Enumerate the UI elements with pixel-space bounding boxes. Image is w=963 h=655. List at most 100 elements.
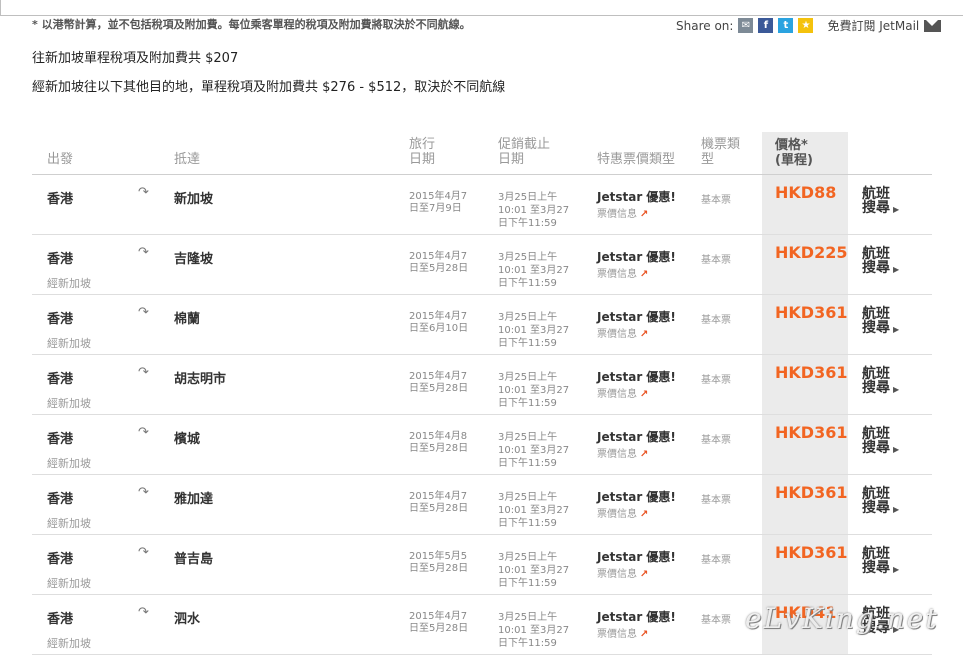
share-bar: Share on: ✉ f t ★ 免費訂閱 JetMail [676, 17, 942, 34]
fare-info-label[interactable]: 票價信息 [597, 269, 637, 280]
flight-search-button[interactable]: 航班 搜尋 ▶ [862, 307, 899, 337]
play-arrow-icon[interactable]: ▶ [893, 265, 899, 274]
route-arrow-icon: ↷ [138, 425, 149, 440]
play-arrow-icon[interactable]: ▶ [893, 385, 899, 394]
header-deal-type: 特惠票價類型 [597, 152, 676, 167]
ticket-type: 基本票 [701, 555, 731, 566]
fare-info-label[interactable]: 票價信息 [597, 389, 637, 400]
table-row: 香港 經新加坡 ↷ 吉隆坡 2015年4月7 日至5月28日 3月25日上午 10:01 至3… [0, 235, 963, 295]
play-arrow-icon[interactable]: ▶ [893, 505, 899, 514]
search-label-line1[interactable]: 航班 [862, 547, 899, 561]
play-arrow-icon[interactable]: ▶ [893, 325, 899, 334]
promo-end-dates: 3月25日上午 10:01 至3月27 日下午11:59 [498, 491, 569, 530]
deal-name: Jetstar 優惠! [597, 250, 676, 264]
external-link-icon[interactable]: ↗ [640, 629, 648, 640]
external-link-icon[interactable]: ↗ [640, 509, 648, 520]
fare-info-label[interactable]: 票價信息 [597, 569, 637, 580]
search-label-line2[interactable]: 搜尋 [862, 560, 890, 576]
fare-price: HKD361 [775, 483, 848, 502]
flight-search-button[interactable]: 航班 搜尋 ▶ [862, 367, 899, 397]
travel-dates: 2015年4月7 日至7月9日 [409, 191, 467, 215]
fare-info-link[interactable]: 票價信息 ↗ [597, 205, 648, 220]
fare-info-label[interactable]: 票價信息 [597, 509, 637, 520]
external-link-icon[interactable]: ↗ [640, 329, 648, 340]
header-price-line1: 價格* [775, 138, 808, 153]
destination-city: 普吉島 [174, 552, 214, 567]
table-row: 香港 經新加坡 ↷ 普吉島 2015年5月5 日至5月28日 3月25日上午 10:01 至3… [0, 535, 963, 595]
external-link-icon[interactable]: ↗ [640, 389, 648, 400]
share-label: Share on: [676, 18, 734, 33]
facebook-icon[interactable]: f [758, 18, 774, 33]
jetmail-subscribe-link[interactable]: 免費訂閱 JetMail [827, 17, 919, 34]
external-link-icon[interactable]: ↗ [640, 269, 648, 280]
promo-line2: 10:01 至3月27 [498, 385, 570, 396]
origin-city: 香港 [47, 192, 74, 207]
search-label-line2[interactable]: 搜尋 [862, 380, 890, 396]
via-label: 經新加坡 [47, 337, 91, 350]
header-promo-line2: 日期 [498, 152, 525, 167]
external-link-icon[interactable]: ↗ [640, 569, 648, 580]
fare-price: HKD361 [775, 543, 848, 562]
external-link-icon[interactable]: ↗ [640, 209, 648, 220]
promo-line3: 日下午11:59 [498, 338, 557, 349]
promo-line3: 日下午11:59 [498, 398, 557, 409]
fare-info-link[interactable]: 票價信息 ↗ [597, 325, 648, 340]
header-type-line1: 機票類 [701, 137, 741, 152]
promo-line1: 3月25日上午 [498, 432, 558, 443]
travel-date-line1: 2015年4月7 [409, 311, 468, 322]
envelope-icon[interactable] [924, 19, 942, 32]
header-price-line2: (單程) [775, 153, 813, 168]
promo-end-dates: 3月25日上午 10:01 至3月27 日下午11:59 [498, 311, 569, 350]
travel-dates: 2015年4月7 日至6月10日 [409, 311, 468, 335]
search-label-line1[interactable]: 航班 [862, 307, 899, 321]
travel-date-line1: 2015年4月7 [409, 491, 468, 502]
travel-date-line2: 日至5月28日 [409, 383, 469, 394]
flight-search-button[interactable]: 航班 搜尋 ▶ [862, 487, 899, 517]
travel-date-line2: 日至6月10日 [409, 323, 469, 334]
flight-search-button[interactable]: 航班 搜尋 ▶ [862, 547, 899, 577]
mail-icon[interactable]: ✉ [738, 18, 754, 33]
search-label-line2[interactable]: 搜尋 [862, 320, 890, 336]
search-label-line2[interactable]: 搜尋 [862, 260, 890, 276]
search-label-line1[interactable]: 航班 [862, 187, 899, 201]
travel-date-line1: 2015年5月5 [409, 551, 468, 562]
fare-info-label[interactable]: 票價信息 [597, 329, 637, 340]
fare-info-link[interactable]: 票價信息 ↗ [597, 625, 648, 640]
twitter-icon[interactable]: t [778, 18, 794, 33]
flight-search-button[interactable]: 航班 搜尋 ▶ [862, 247, 899, 277]
table-header: 出發 抵達 旅行 日期 促銷截止 日期 特惠票價類型 機票類 型 價格* (單程… [0, 132, 963, 174]
fare-info-link[interactable]: 票價信息 ↗ [597, 565, 648, 580]
promo-line1: 3月25日上午 [498, 252, 558, 263]
search-label-line2[interactable]: 搜尋 [862, 500, 890, 516]
deal-name: Jetstar 優惠! [597, 370, 676, 384]
search-label-line2[interactable]: 搜尋 [862, 440, 890, 456]
travel-date-line1: 2015年4月7 [409, 611, 468, 622]
search-label-line1[interactable]: 航班 [862, 367, 899, 381]
fare-info-label[interactable]: 票價信息 [597, 209, 637, 220]
play-arrow-icon[interactable]: ▶ [893, 205, 899, 214]
fare-price: HKD361 [775, 363, 848, 382]
star-icon[interactable]: ★ [798, 18, 814, 33]
ticket-type: 基本票 [701, 495, 731, 506]
play-arrow-icon[interactable]: ▶ [893, 445, 899, 454]
ticket-type: 基本票 [701, 375, 731, 386]
ticket-type: 基本票 [701, 195, 731, 206]
search-label-line1[interactable]: 航班 [862, 487, 899, 501]
fare-info-link[interactable]: 票價信息 ↗ [597, 265, 648, 280]
origin-city: 香港 [47, 492, 74, 507]
fare-info-link[interactable]: 票價信息 ↗ [597, 385, 648, 400]
deal-name: Jetstar 優惠! [597, 550, 676, 564]
fare-price: HKD225 [775, 243, 848, 262]
flight-search-button[interactable]: 航班 搜尋 ▶ [862, 187, 899, 217]
fare-info-link[interactable]: 票價信息 ↗ [597, 445, 648, 460]
play-arrow-icon[interactable]: ▶ [893, 565, 899, 574]
promo-line3: 日下午11:59 [498, 638, 557, 649]
fare-info-label[interactable]: 票價信息 [597, 449, 637, 460]
search-label-line1[interactable]: 航班 [862, 247, 899, 261]
fare-info-label[interactable]: 票價信息 [597, 629, 637, 640]
external-link-icon[interactable]: ↗ [640, 449, 648, 460]
search-label-line2[interactable]: 搜尋 [862, 200, 890, 216]
flight-search-button[interactable]: 航班 搜尋 ▶ [862, 427, 899, 457]
search-label-line1[interactable]: 航班 [862, 427, 899, 441]
fare-info-link[interactable]: 票價信息 ↗ [597, 505, 648, 520]
